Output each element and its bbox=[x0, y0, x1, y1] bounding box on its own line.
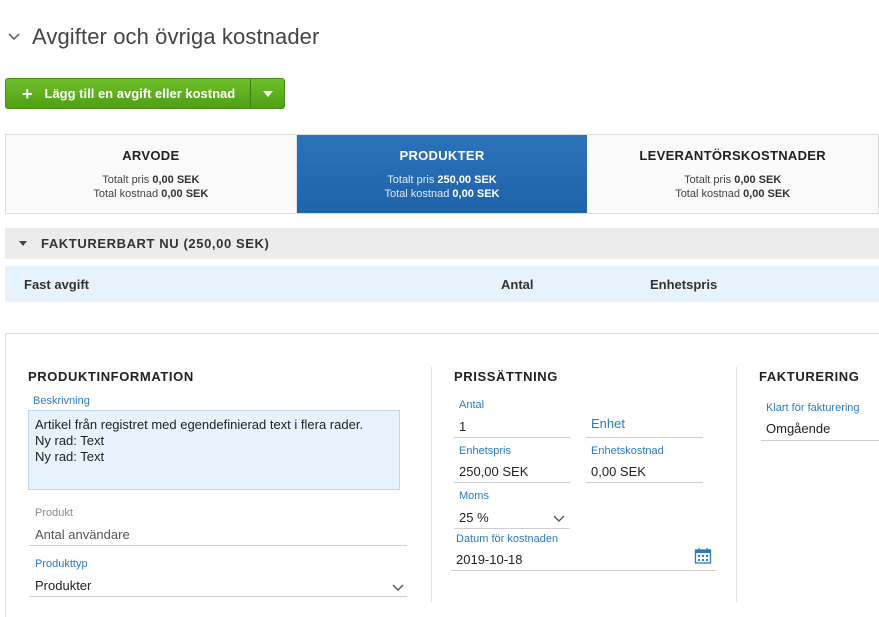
prissattning-title: PRISSÄTTNING bbox=[454, 369, 558, 384]
category-tabs: ARVODE Totalt pris 0,00 SEK Total kostna… bbox=[5, 134, 879, 214]
fakturering-title: FAKTURERING bbox=[759, 369, 860, 384]
section-title: Avgifter och övriga kostnader bbox=[32, 24, 320, 49]
column-enhetspris: Enhetspris bbox=[650, 276, 718, 292]
antal-input[interactable]: 1 bbox=[459, 419, 466, 434]
tab-leverantorskostnader[interactable]: LEVERANTÖRSKOSTNADER Totalt pris 0,00 SE… bbox=[587, 135, 879, 213]
tab-produkter[interactable]: PRODUKTER Totalt pris 250,00 SEK Total k… bbox=[296, 135, 588, 213]
column-fast-avgift: Fast avgift bbox=[24, 276, 90, 292]
moms-select[interactable]: 25 % bbox=[459, 510, 489, 525]
item-editor-panel: PRODUKTINFORMATION Beskrivning Artikel f… bbox=[5, 333, 879, 617]
section-header[interactable]: Avgifter och övriga kostnader bbox=[6, 24, 319, 50]
beskrivning-line: Artikel från registret med egendefiniera… bbox=[35, 417, 364, 432]
produktinfo-title: PRODUKTINFORMATION bbox=[28, 369, 194, 384]
beskrivning-textarea[interactable]: Artikel från registret med egendefiniera… bbox=[28, 410, 400, 490]
klart-underline bbox=[761, 440, 879, 441]
collapse-triangle-icon[interactable] bbox=[19, 241, 27, 246]
datum-label: Datum för kostnaden bbox=[456, 533, 559, 545]
tab-name: PRODUKTER bbox=[399, 147, 485, 163]
beskrivning-line: Ny rad: Text bbox=[35, 433, 105, 448]
datum-underline bbox=[451, 570, 716, 571]
klart-select[interactable]: Omgående bbox=[766, 421, 830, 436]
tab-total-price: Totalt pris 0,00 SEK bbox=[102, 173, 200, 186]
table-header-row[interactable]: Fast avgift Antal Enhetspris bbox=[5, 266, 879, 302]
enhetspris-underline bbox=[454, 482, 570, 483]
produkt-label: Produkt bbox=[35, 507, 73, 519]
plus-icon: + bbox=[22, 83, 33, 104]
column-divider bbox=[431, 367, 432, 602]
tab-name: ARVODE bbox=[122, 147, 180, 163]
moms-underline bbox=[454, 528, 570, 529]
enhetspris-label: Enhetspris bbox=[459, 445, 511, 457]
tab-total-cost: Total kostnad 0,00 SEK bbox=[93, 187, 209, 200]
tab-total-cost: Total kostnad 0,00 SEK bbox=[384, 187, 500, 200]
antal-label: Antal bbox=[459, 399, 485, 411]
enhet-underline bbox=[586, 437, 703, 438]
produkt-underline bbox=[29, 545, 407, 546]
enhet-field[interactable]: Enhet bbox=[591, 416, 625, 431]
moms-label: Moms bbox=[459, 490, 489, 502]
column-divider bbox=[736, 367, 737, 602]
datum-input[interactable]: 2019-10-18 bbox=[456, 552, 523, 567]
produkttyp-label: Produkttyp bbox=[35, 558, 88, 570]
calendar-icon[interactable] bbox=[694, 547, 712, 565]
group-title: FAKTURERBART NU (250,00 SEK) bbox=[41, 236, 270, 251]
add-fee-dropdown-toggle[interactable] bbox=[250, 79, 284, 108]
enhetskostnad-underline bbox=[586, 482, 703, 483]
produkttyp-underline bbox=[29, 596, 407, 597]
caret-down-icon bbox=[262, 90, 273, 97]
chevron-down-icon[interactable] bbox=[6, 27, 26, 47]
column-antal: Antal bbox=[501, 276, 534, 292]
tab-total-price: Totalt pris 0,00 SEK bbox=[684, 173, 782, 186]
beskrivning-label: Beskrivning bbox=[33, 395, 90, 407]
group-bar-billable-now[interactable]: FAKTURERBART NU (250,00 SEK) bbox=[5, 228, 879, 259]
tab-total-price: Totalt pris 250,00 SEK bbox=[387, 173, 497, 186]
add-fee-button-label: Lägg till en avgift eller kostnad bbox=[44, 86, 236, 101]
tab-arvode[interactable]: ARVODE Totalt pris 0,00 SEK Total kostna… bbox=[6, 135, 297, 213]
tab-total-cost: Total kostnad 0,00 SEK bbox=[675, 187, 791, 200]
add-fee-button-group[interactable]: + Lägg till en avgift eller kostnad bbox=[5, 78, 285, 109]
enhetskostnad-label: Enhetskostnad bbox=[591, 445, 664, 457]
tab-name: LEVERANTÖRSKOSTNADER bbox=[639, 147, 826, 163]
enhetskostnad-input[interactable]: 0,00 SEK bbox=[591, 464, 646, 479]
produkttyp-select[interactable]: Produkter bbox=[35, 578, 91, 593]
add-fee-button[interactable]: + Lägg till en avgift eller kostnad bbox=[6, 79, 250, 108]
klart-label: Klart för fakturering bbox=[766, 402, 860, 414]
chevron-down-icon[interactable] bbox=[392, 584, 404, 592]
chevron-down-icon[interactable] bbox=[553, 515, 565, 523]
enhetspris-input[interactable]: 250,00 SEK bbox=[459, 464, 528, 479]
produkt-value: Antal användare bbox=[35, 527, 130, 542]
antal-underline bbox=[454, 437, 570, 438]
beskrivning-line: Ny rad: Text bbox=[35, 449, 105, 464]
